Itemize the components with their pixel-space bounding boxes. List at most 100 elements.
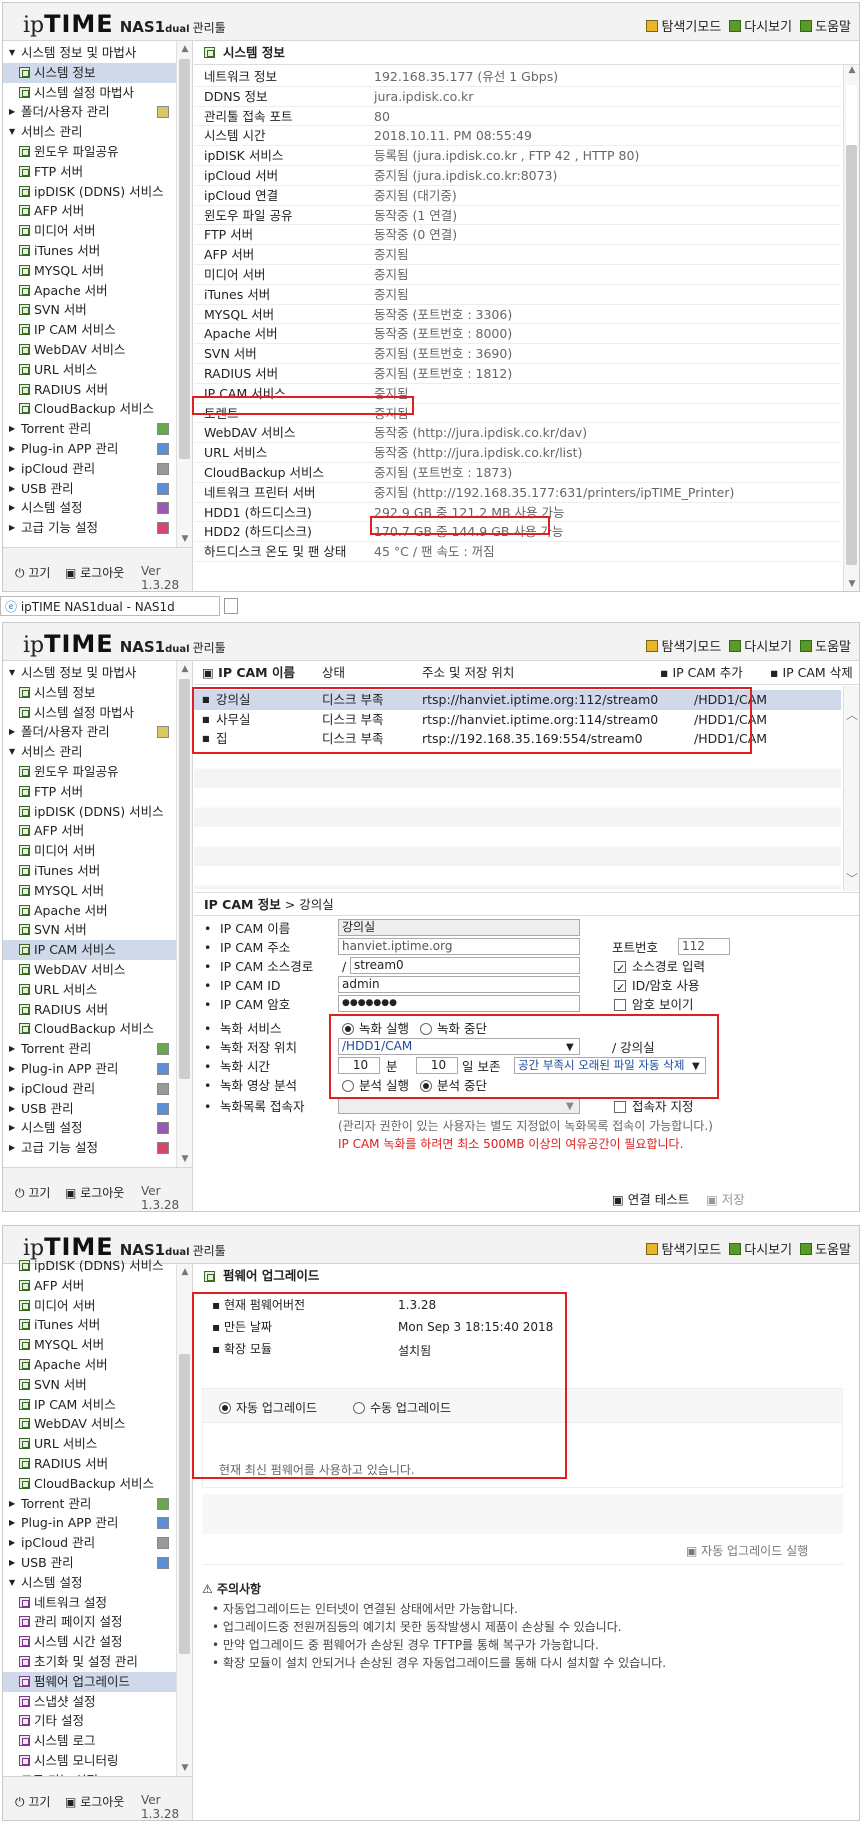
content-scrollbar[interactable]: ▲ ▼ xyxy=(843,65,859,591)
sidebar-item[interactable]: ▼ 시스템 설정 xyxy=(3,1573,177,1593)
sidebar-item[interactable]: ▼ 시스템 정보 및 마법사 xyxy=(3,43,177,63)
sidebar-item[interactable]: 시스템 정보 xyxy=(3,683,177,703)
sidebar-item[interactable]: iTunes 서버 xyxy=(3,1315,177,1335)
collapsed-arrow-icon[interactable]: ▶ xyxy=(9,1553,15,1573)
logout-button[interactable]: ▣ 로그아웃 xyxy=(65,1793,124,1810)
src-path-input[interactable]: stream0 xyxy=(350,957,580,974)
sidebar-item[interactable]: URL 서비스 xyxy=(3,980,177,1000)
sidebar-item[interactable]: ▶ USB 관리 xyxy=(3,1553,177,1573)
id-pw-checkbox[interactable]: ID/암호 사용 xyxy=(614,976,700,997)
sidebar-item[interactable]: SVN 서버 xyxy=(3,1375,177,1395)
sidebar-scrollbar[interactable]: ▲ ▼ xyxy=(176,1264,192,1776)
sidebar-item[interactable]: ▶ 시스템 설정 xyxy=(3,1118,177,1138)
help-link[interactable]: 도움말 xyxy=(800,16,851,35)
sidebar-item[interactable]: 기타 설정 xyxy=(3,1711,177,1731)
sidebar-item[interactable]: 미디어 서버 xyxy=(3,841,177,861)
delete-cam-button[interactable]: ▪ IP CAM 삭제 xyxy=(770,661,853,685)
access-user-select[interactable] xyxy=(338,1097,580,1114)
collapsed-arrow-icon[interactable]: ▶ xyxy=(9,1138,15,1158)
sidebar-item[interactable]: SVN 서버 xyxy=(3,300,177,320)
connection-test-button[interactable]: ▣ 연결 테스트 xyxy=(612,1189,689,1208)
sidebar-item[interactable]: MYSQL 서버 xyxy=(3,1335,177,1355)
sidebar-item[interactable]: 미디어 서버 xyxy=(3,221,177,241)
sidebar-item[interactable]: Apache 서버 xyxy=(3,281,177,301)
sidebar-item[interactable]: URL 서비스 xyxy=(3,1434,177,1454)
cam-name-input[interactable]: 강의실 xyxy=(338,919,580,936)
sidebar-item[interactable]: MYSQL 서버 xyxy=(3,261,177,281)
sidebar-item[interactable]: iTunes 서버 xyxy=(3,861,177,881)
sidebar-item[interactable]: 윈도우 파일공유 xyxy=(3,142,177,162)
cam-addr-input[interactable]: hanviet.iptime.org xyxy=(338,938,580,955)
port-input[interactable]: 112 xyxy=(678,938,730,955)
sidebar-item[interactable]: 윈도우 파일공유 xyxy=(3,762,177,782)
sidebar-item[interactable]: Apache 서버 xyxy=(3,1355,177,1375)
sidebar-item[interactable]: SVN 서버 xyxy=(3,920,177,940)
explorer-mode-link[interactable]: 탐색기모드 xyxy=(646,16,721,35)
sidebar-item[interactable]: RADIUS 서버 xyxy=(3,380,177,400)
sidebar-item[interactable]: CloudBackup 서비스 xyxy=(3,1019,177,1039)
sidebar-item[interactable]: ipDISK (DDNS) 서비스 xyxy=(3,802,177,822)
sidebar-item[interactable]: ▼ 서비스 관리 xyxy=(3,742,177,762)
access-user-checkbox[interactable]: 접속자 지정 xyxy=(614,1097,693,1116)
collapsed-arrow-icon[interactable]: ▶ xyxy=(9,102,15,122)
sidebar-item[interactable]: 관리 페이지 설정 xyxy=(3,1612,177,1632)
collapsed-arrow-icon[interactable]: ▶ xyxy=(9,1039,15,1059)
sidebar-item[interactable]: WebDAV 서비스 xyxy=(3,1414,177,1434)
expanded-arrow-icon[interactable]: ▼ xyxy=(9,1573,15,1593)
sidebar-item[interactable]: 미디어 서버 xyxy=(3,1296,177,1316)
cam-pw-input[interactable]: ●●●●●●● xyxy=(338,995,580,1012)
help-link[interactable]: 도움말 xyxy=(800,636,851,655)
sidebar-item[interactable]: ▶ Plug-in APP 관리 xyxy=(3,1513,177,1533)
cam-id-input[interactable]: admin xyxy=(338,976,580,993)
expanded-arrow-icon[interactable]: ▼ xyxy=(9,742,15,762)
sidebar-item[interactable]: FTP 서버 xyxy=(3,162,177,182)
sidebar-item[interactable]: AFP 서버 xyxy=(3,1276,177,1296)
sidebar-item[interactable]: 시스템 설정 마법사 xyxy=(3,83,177,103)
new-tab-icon[interactable] xyxy=(224,598,238,614)
power-off-button[interactable]: ⏻ 끄기 xyxy=(15,1793,50,1810)
expanded-arrow-icon[interactable]: ▼ xyxy=(9,122,15,142)
sidebar-item[interactable]: 시스템 모니터링 xyxy=(3,1751,177,1771)
sidebar-item[interactable]: iTunes 서버 xyxy=(3,241,177,261)
refresh-link[interactable]: 다시보기 xyxy=(729,636,792,655)
collapsed-arrow-icon[interactable]: ▶ xyxy=(9,1118,15,1138)
sidebar-item[interactable]: ▶ 시스템 설정 xyxy=(3,498,177,518)
power-off-button[interactable]: ⏻ 끄기 xyxy=(15,1184,50,1201)
sidebar-item[interactable]: ▶ ipCloud 관리 xyxy=(3,459,177,479)
help-link[interactable]: 도움말 xyxy=(800,1239,851,1258)
sidebar-item[interactable]: ▶ USB 관리 xyxy=(3,1099,177,1119)
add-cam-button[interactable]: ▪ IP CAM 추가 xyxy=(660,661,743,685)
collapsed-arrow-icon[interactable]: ▶ xyxy=(9,479,15,499)
sidebar-item[interactable]: 시스템 로그 xyxy=(3,1731,177,1751)
collapsed-arrow-icon[interactable]: ▶ xyxy=(9,1099,15,1119)
sidebar-item[interactable]: ▶ 고급 기능 설정 xyxy=(3,518,177,538)
collapsed-arrow-icon[interactable]: ▶ xyxy=(9,518,15,538)
sidebar-item[interactable]: ▶ ipCloud 관리 xyxy=(3,1079,177,1099)
sidebar-item[interactable]: MYSQL 서버 xyxy=(3,881,177,901)
sidebar-item[interactable]: 초기화 및 설정 관리 xyxy=(3,1652,177,1672)
run-auto-upgrade-button[interactable]: ▣ 자동 업그레이드 실행 xyxy=(686,1542,808,1559)
sidebar-item[interactable]: ▶ Plug-in APP 관리 xyxy=(3,1059,177,1079)
refresh-link[interactable]: 다시보기 xyxy=(729,16,792,35)
collapsed-arrow-icon[interactable]: ▶ xyxy=(9,1079,15,1099)
sidebar-scrollbar[interactable]: ▲ ▼ xyxy=(176,661,192,1167)
sidebar-item[interactable]: ▶ ipCloud 관리 xyxy=(3,1533,177,1553)
sidebar-item[interactable]: ▼ 서비스 관리 xyxy=(3,122,177,142)
collapsed-arrow-icon[interactable]: ▶ xyxy=(9,419,15,439)
sidebar-item[interactable]: ▶ USB 관리 xyxy=(3,479,177,499)
expanded-arrow-icon[interactable]: ▼ xyxy=(9,43,15,63)
sidebar-scrollbar[interactable]: ▲ ▼ xyxy=(176,41,192,547)
sidebar-item[interactable]: CloudBackup 서비스 xyxy=(3,399,177,419)
list-scrollbar[interactable]: ︿ ﹀ xyxy=(843,686,859,891)
sidebar-item[interactable]: ▶ Plug-in APP 관리 xyxy=(3,439,177,459)
sidebar-item[interactable]: Apache 서버 xyxy=(3,901,177,921)
sidebar-item[interactable]: AFP 서버 xyxy=(3,201,177,221)
sidebar-item[interactable]: RADIUS 서버 xyxy=(3,1454,177,1474)
sidebar-item[interactable]: AFP 서버 xyxy=(3,821,177,841)
sidebar-item[interactable]: ▼ 시스템 정보 및 마법사 xyxy=(3,663,177,683)
collapsed-arrow-icon[interactable]: ▶ xyxy=(9,459,15,479)
collapsed-arrow-icon[interactable]: ▶ xyxy=(9,498,15,518)
sidebar-item[interactable]: ▶ Torrent 관리 xyxy=(3,419,177,439)
sidebar-item[interactable]: URL 서비스 xyxy=(3,360,177,380)
collapsed-arrow-icon[interactable]: ▶ xyxy=(9,439,15,459)
